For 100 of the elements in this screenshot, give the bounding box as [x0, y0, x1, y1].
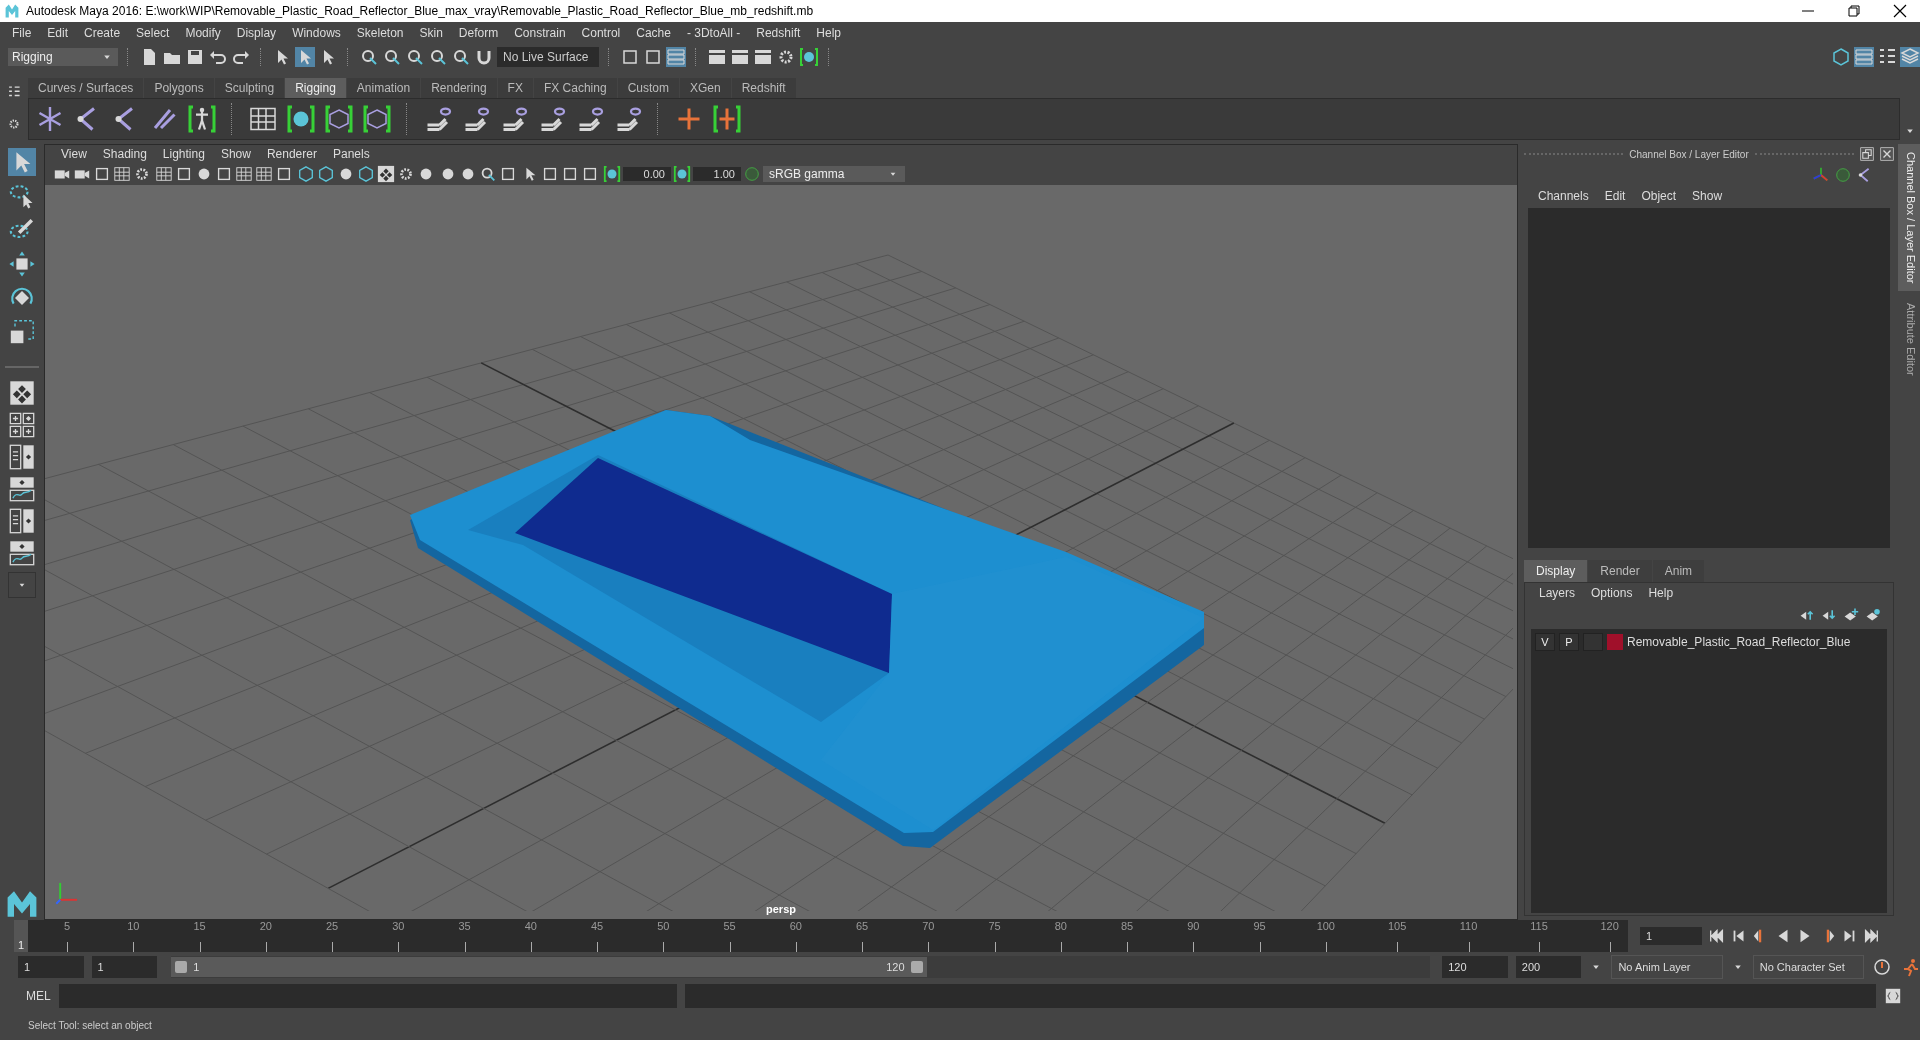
anim-layer-dropdown[interactable]: No Anim Layer — [1611, 955, 1723, 979]
shelf-tab[interactable]: Animation — [346, 78, 421, 98]
menu-item[interactable]: Edit — [39, 26, 77, 40]
command-language-label[interactable]: MEL — [26, 989, 51, 1003]
viewport-menu-item[interactable]: Shading — [94, 147, 155, 161]
scale-tool-icon[interactable] — [8, 318, 36, 346]
shelf-tab[interactable]: Custom — [617, 78, 679, 98]
menu-item[interactable]: Help — [808, 26, 849, 40]
exposure-field[interactable]: 0.00 — [623, 167, 671, 181]
cluster-icon[interactable] — [362, 104, 392, 134]
layer-tab[interactable]: Render — [1588, 560, 1652, 582]
new-layer-from-selection-icon[interactable] — [1865, 607, 1881, 623]
shelf-tab[interactable]: Polygons — [144, 78, 214, 98]
shelf-tab[interactable]: Rendering — [421, 78, 497, 98]
range-slider-fill[interactable] — [171, 957, 927, 977]
menu-item[interactable]: Cache — [628, 26, 679, 40]
locator-bracket-icon[interactable] — [712, 104, 742, 134]
gamma-field[interactable]: 1.00 — [693, 167, 741, 181]
layer-menu-item[interactable]: Help — [1640, 586, 1682, 600]
current-frame-marker[interactable]: 1 — [14, 920, 28, 952]
select-tool-icon[interactable] — [8, 148, 36, 176]
app-logo-icon — [4, 3, 20, 19]
character-set-dropdown[interactable]: No Character Set — [1752, 955, 1864, 979]
playback-toggle[interactable]: P — [1559, 633, 1579, 651]
channel-menu-item[interactable]: Show — [1684, 189, 1731, 203]
menu-item[interactable]: Constrain — [506, 26, 574, 40]
shelf-tab[interactable]: FX Caching — [533, 78, 617, 98]
frame-tick-label: 65 — [855, 920, 869, 932]
auto-key-icon[interactable] — [1872, 957, 1892, 977]
menu-item[interactable]: Skin — [411, 26, 451, 40]
menu-set-dropdown[interactable]: Rigging — [8, 48, 118, 66]
channel-menu-item[interactable]: Channels — [1530, 189, 1597, 203]
menu-item[interactable]: Create — [76, 26, 129, 40]
shelf-tab[interactable]: FX — [497, 78, 533, 98]
menu-item[interactable]: Modify — [177, 26, 229, 40]
menu-item[interactable]: Deform — [450, 26, 507, 40]
four-pane-layout-icon[interactable] — [9, 412, 35, 438]
close-panel-button[interactable] — [1880, 147, 1894, 161]
skeleton-figure-icon[interactable] — [187, 104, 217, 134]
menu-item[interactable]: Select — [128, 26, 178, 40]
script-editor-icon[interactable] — [1884, 987, 1902, 1005]
start-time-field[interactable]: 1 — [18, 956, 84, 978]
menu-item[interactable]: Windows — [284, 26, 349, 40]
manipulator-icon[interactable] — [1812, 166, 1830, 184]
lattice-icon[interactable] — [324, 104, 354, 134]
layer-color-swatch[interactable] — [1607, 634, 1623, 650]
viewport-menu-item[interactable]: Renderer — [258, 147, 325, 161]
layer-menu-item[interactable]: Options — [1583, 586, 1641, 600]
shelf-tab[interactable]: XGen — [679, 78, 731, 98]
shelf-tab[interactable]: Curves / Surfaces — [28, 78, 144, 98]
single-pane-layout-icon[interactable] — [9, 380, 35, 406]
visibility-toggle[interactable]: V — [1535, 633, 1555, 651]
viewport-menu-item[interactable]: Lighting — [154, 147, 213, 161]
layer-tab[interactable]: Display — [1524, 560, 1588, 582]
channel-menu-item[interactable]: Edit — [1596, 189, 1634, 203]
editor-layout-icon[interactable] — [9, 540, 35, 566]
frame-tick-label: 30 — [392, 920, 405, 932]
move-tool-icon[interactable] — [8, 250, 36, 278]
new-layer-icon[interactable] — [1843, 607, 1859, 623]
command-input-field[interactable] — [58, 984, 677, 1008]
end-time-field[interactable]: 120 — [1442, 956, 1508, 978]
frame-tick-label: 100 — [1316, 920, 1335, 932]
menu-item[interactable]: Redshift — [748, 26, 809, 40]
shelf-tab[interactable]: Rigging — [285, 78, 346, 98]
menu-item[interactable]: Control — [573, 26, 629, 40]
shelf-menu-icon[interactable] — [7, 85, 21, 99]
channel-menu-item[interactable]: Object — [1633, 189, 1685, 203]
playback-start-field[interactable]: 1 — [91, 956, 158, 978]
go-to-end-icon[interactable] — [1862, 927, 1880, 945]
float-panel-button[interactable] — [1860, 147, 1874, 161]
live-surface-field[interactable]: No Live Surface — [497, 47, 599, 67]
range-start-handle[interactable] — [175, 961, 188, 973]
range-slider[interactable]: 1 120 — [171, 956, 1431, 978]
menu-item[interactable]: Display — [228, 26, 285, 40]
max-time-field[interactable]: 200 — [1515, 956, 1582, 978]
shelf-tab[interactable]: Sculpting — [214, 78, 285, 98]
current-frame-field[interactable]: 1 — [1640, 927, 1702, 945]
menu-item[interactable]: Skeleton — [348, 26, 412, 40]
layer-menu-item[interactable]: Layers — [1531, 586, 1584, 600]
range-end-label: 120 — [886, 961, 905, 973]
save-icon[interactable] — [185, 47, 205, 67]
hypershade-layout-icon[interactable] — [9, 508, 35, 534]
menu-item[interactable]: File — [4, 26, 40, 40]
grid-icon[interactable] — [155, 165, 173, 183]
viewport-menu-item[interactable]: Panels — [324, 147, 378, 161]
layer-name[interactable]: Removable_Plastic_Road_Reflector_Blue — [1627, 635, 1851, 649]
range-start-label: 1 — [193, 961, 200, 973]
outliner-layout-icon[interactable] — [9, 444, 35, 470]
menu-item[interactable]: - 3DtoAll - — [678, 26, 749, 40]
go-to-start-icon[interactable] — [1708, 927, 1726, 945]
hypershade-icon[interactable] — [799, 47, 819, 67]
layer-tab[interactable]: Anim — [1652, 560, 1705, 582]
color-space-dropdown[interactable]: sRGB gamma — [763, 166, 905, 182]
viewport-menu-item[interactable]: Show — [212, 147, 259, 161]
shelf-tab[interactable]: Redshift — [731, 78, 796, 98]
time-slider[interactable]: 1 5 10 15 20 25 30 35 40 45 50 55 60 65 70 75 80 85 90 95 100 105 110 115 120 — [14, 920, 1628, 952]
smooth-bind-icon[interactable] — [286, 104, 316, 134]
viewport-menu-item[interactable]: View — [53, 147, 95, 161]
side-tab[interactable]: Channel Box / Layer Editor — [1898, 144, 1920, 292]
graph-layout-icon[interactable] — [9, 476, 35, 502]
